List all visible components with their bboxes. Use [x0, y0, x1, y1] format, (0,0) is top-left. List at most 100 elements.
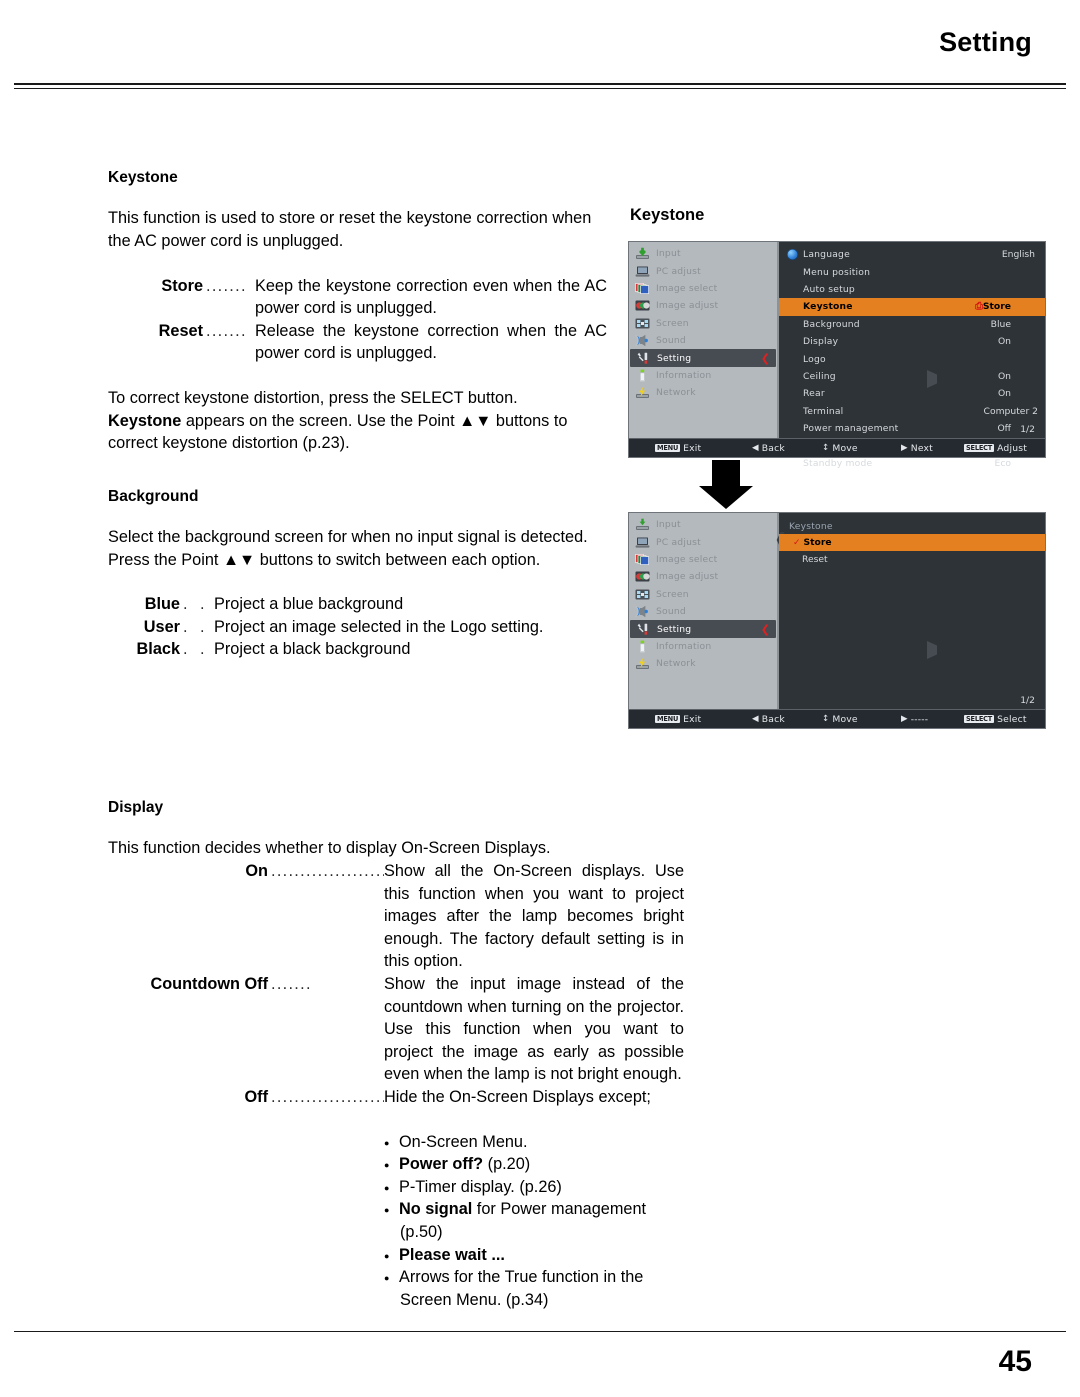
status-move[interactable]: ↕ Move — [822, 714, 858, 725]
status-exit[interactable]: MENU Exit — [655, 443, 701, 454]
section-heading-display: Display — [108, 799, 164, 817]
menu-row-auto-setup[interactable]: Auto setup — [779, 281, 1045, 298]
screen-icon — [635, 317, 650, 330]
sidebar-item-image-select[interactable]: Image select — [629, 551, 777, 568]
sidebar-item-image-adjust[interactable]: Image adjust — [629, 297, 777, 314]
exception-text: On-Screen Menu. — [399, 1132, 528, 1151]
arrow-right-icon: ▶ — [901, 713, 908, 724]
arrow-down-icon — [699, 460, 753, 509]
leader-dots: . . . — [183, 617, 214, 636]
sidebar-item-label: Image adjust — [656, 571, 719, 583]
chevron-left-icon: ❮ — [760, 351, 770, 365]
list-item: Power off? (p.20) — [384, 1153, 684, 1177]
sidebar-item-label: Input — [656, 248, 681, 260]
menu-row-label: Logo — [803, 353, 826, 365]
sidebar-item-information[interactable]: Information — [629, 638, 777, 655]
globe-icon — [787, 249, 798, 261]
sound-icon — [635, 605, 650, 618]
footer-rule — [14, 1331, 1066, 1332]
sidebar-item-information[interactable]: Information — [629, 367, 777, 384]
exception-bold: Power off? — [399, 1155, 484, 1174]
option-term: Reset — [158, 321, 203, 340]
flow-arrow — [628, 458, 1046, 512]
status-next[interactable]: ▶ Next — [901, 443, 933, 454]
sidebar-item-input[interactable]: Input — [629, 516, 777, 533]
sidebar-item-screen[interactable]: Screen — [629, 586, 777, 603]
list-item: Please wait ... — [384, 1244, 684, 1268]
menu-row-value: On — [997, 336, 1011, 348]
menu-row-background[interactable]: Background Blue — [779, 316, 1045, 333]
option-description: Show all the On-Screen displays. Use thi… — [384, 862, 684, 971]
status-label: Exit — [683, 713, 702, 725]
menu-row-power-management[interactable]: Power management Off — [779, 420, 1045, 437]
menu-row-menu-position[interactable]: Menu position — [779, 263, 1045, 280]
sidebar-item-network[interactable]: Network — [629, 384, 777, 401]
network-icon — [635, 386, 650, 399]
exception-text: for Power management — [472, 1200, 647, 1219]
sidebar-item-image-select[interactable]: Image select — [629, 280, 777, 297]
menu-row-logo[interactable]: Logo — [779, 350, 1045, 367]
list-item: On-Screen Menu. — [384, 1131, 684, 1155]
chevron-left-icon: ❮ — [760, 622, 770, 636]
osd-keystone-submenu: ❰ Keystone ✓ Store Reset 1/2 — [774, 513, 1045, 709]
status-move[interactable]: ↕ Move — [822, 443, 858, 454]
exception-continuation: Screen Menu. (p.34) — [400, 1290, 549, 1309]
panel-notch — [927, 641, 937, 659]
menu-key-icon: MENU — [655, 443, 681, 453]
sidebar-item-screen[interactable]: Screen — [629, 315, 777, 332]
display-options-list: On ........................... Show all … — [108, 860, 684, 1109]
menu-row-label: Display — [803, 336, 839, 348]
setting-icon — [636, 352, 651, 365]
status-select[interactable]: SELECT Select — [964, 714, 1027, 725]
submenu-title: Keystone — [789, 521, 833, 532]
status-label: Move — [832, 442, 858, 454]
setting-icon — [636, 623, 651, 636]
menu-row-value: English — [1001, 249, 1035, 261]
sidebar-item-setting[interactable]: Setting ❮ — [630, 349, 776, 367]
menu-row-value: Blue — [990, 318, 1011, 330]
menu-row-display[interactable]: Display On — [779, 333, 1045, 350]
select-key-icon: SELECT — [964, 714, 995, 724]
status-label: Back — [761, 713, 785, 725]
exception-text: Arrows for the True function in the — [399, 1268, 644, 1287]
image-select-icon — [635, 282, 650, 295]
definition-row: Countdown Off ....... Show the input ima… — [108, 973, 684, 1086]
sidebar-item-sound[interactable]: Sound — [629, 332, 777, 349]
sidebar-item-sound[interactable]: Sound — [629, 603, 777, 620]
list-item: P-Timer display. (p.26) — [384, 1176, 684, 1200]
status-exit[interactable]: MENU Exit — [655, 714, 701, 725]
osd-sidebar: Input PC adjust Image select Image adjus… — [629, 513, 779, 709]
sidebar-item-label: Screen — [656, 588, 689, 600]
submenu-row-reset[interactable]: Reset — [779, 551, 1045, 568]
submenu-row-store[interactable]: ✓ Store — [779, 534, 1045, 551]
status-adjust[interactable]: SELECT Adjust — [964, 443, 1027, 454]
sidebar-item-network[interactable]: Network — [629, 655, 777, 672]
menu-row-label: Menu position — [803, 266, 871, 278]
sidebar-item-label: Network — [656, 658, 696, 670]
sidebar-item-setting[interactable]: Setting ❮ — [630, 620, 776, 638]
menu-row-rear[interactable]: Rear On — [779, 385, 1045, 402]
sidebar-item-pc-adjust[interactable]: PC adjust — [629, 533, 777, 550]
keystone-note-line1: To correct keystone distortion, press th… — [108, 388, 518, 407]
status-back[interactable]: ◀ Back — [752, 714, 785, 725]
check-icon: ✓ — [793, 537, 801, 548]
header-rule-thin — [14, 88, 1066, 89]
keystone-intro-paragraph: This function is used to store or reset … — [108, 209, 592, 250]
status-next[interactable]: ▶ ----- — [901, 714, 928, 725]
menu-row-ceiling[interactable]: Ceiling On — [779, 368, 1045, 385]
status-back[interactable]: ◀ Back — [752, 443, 785, 454]
pc-adjust-icon — [635, 536, 650, 549]
keystone-note-paragraph: To correct keystone distortion, press th… — [108, 387, 608, 455]
menu-row-language[interactable]: Language English — [779, 246, 1045, 263]
exception-bold: Please wait ... — [399, 1245, 505, 1264]
menu-row-label: Power management — [803, 423, 899, 435]
definition-row: User . . . Project an image selected in … — [108, 616, 608, 639]
sidebar-item-image-adjust[interactable]: Image adjust — [629, 568, 777, 585]
exception-continuation: (p.50) — [400, 1222, 443, 1241]
sidebar-item-pc-adjust[interactable]: PC adjust — [629, 262, 777, 279]
pc-adjust-icon — [635, 265, 650, 278]
menu-row-terminal[interactable]: Terminal Computer 2 — [779, 403, 1045, 420]
sidebar-item-input[interactable]: Input — [629, 245, 777, 262]
sidebar-item-label: Image select — [656, 553, 718, 565]
menu-row-keystone[interactable]: Keystone ⎙ Store — [779, 298, 1045, 316]
